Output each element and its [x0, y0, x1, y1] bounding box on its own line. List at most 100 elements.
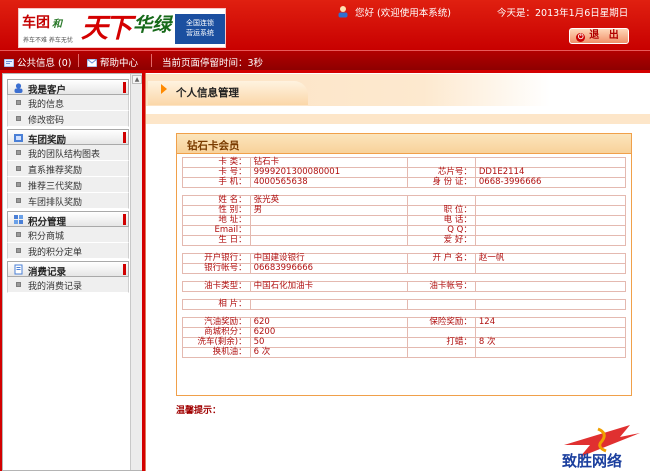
table-spacer-row [183, 292, 626, 300]
field-label [407, 347, 476, 358]
group-marker [123, 264, 126, 275]
field-value: 06683996666 [249, 263, 409, 274]
help-link[interactable]: 帮助中心 [87, 55, 138, 69]
field-label [408, 188, 476, 196]
sidebar-item-label: 我的信息 [28, 100, 65, 110]
table-row: 商城积分： 6200 [182, 327, 627, 338]
field-label: 相 片： [182, 299, 251, 310]
logo-big-text: 天下 [81, 13, 132, 44]
sidebar-group-2[interactable]: 积分管理 [7, 211, 129, 228]
field-value [474, 327, 627, 338]
field-value [475, 292, 625, 300]
field-value [474, 281, 627, 292]
member-info-table: 卡 类： 钻石卡卡 号： 9999201300080001 芯片号： DD1E2114 手… [182, 157, 627, 358]
sidebar-item-label: 我的消费记录 [28, 282, 83, 292]
field-label: 商城积分： [182, 327, 251, 338]
table-row: 开户银行： 中国建设银行开 户 名： 赵一帆 [182, 253, 627, 264]
award-icon [14, 134, 23, 142]
field-value [475, 188, 625, 196]
sidebar-group-0[interactable]: 我是客户 [7, 79, 129, 96]
table-row: 汽油奖励： 620 保险奖励： 124 [182, 317, 627, 328]
sidebar-item-label: 车团排队奖励 [28, 198, 83, 208]
power-icon: ⏻ [576, 33, 586, 42]
field-label: 地 址： [182, 215, 251, 226]
sidebar-item[interactable]: 车团排队奖励 [7, 193, 129, 209]
field-value [474, 195, 627, 206]
sidebar-item[interactable]: 直系推荐奖励 [7, 161, 129, 177]
field-value [474, 299, 627, 310]
field-label: Email： [182, 225, 251, 236]
group-marker [123, 214, 126, 225]
field-label: 生 日： [182, 235, 251, 246]
bullet-icon [16, 198, 21, 203]
field-label [407, 195, 476, 206]
bullet-icon [16, 150, 21, 155]
field-value: 4000565638 [249, 177, 409, 188]
app-window: 车团和 天下 华绿 养车不难 养车无忧 全国连锁 营运系统 您好 (欢迎使用本系统… [0, 0, 650, 471]
bullet-icon [16, 116, 21, 121]
mail-icon [87, 59, 97, 67]
sidebar-menu: 我是客户我的信息 修改密码车团奖励我的团队结构图表 直系推荐奖励 推荐三代奖励车团排队… [7, 77, 129, 293]
field-value [249, 215, 409, 226]
field-label: 手 机： [182, 177, 251, 188]
sidebar-scrollbar[interactable]: ▲ [130, 74, 142, 470]
field-label: 姓 名： [182, 195, 251, 206]
field-value: 6 次 [249, 347, 409, 358]
field-value: 6200 [249, 327, 409, 338]
watermark-logo: 致胜网络 [562, 425, 640, 469]
header: 车团和 天下 华绿 养车不难 养车无忧 全国连锁 营运系统 您好 (欢迎使用本系统… [0, 0, 650, 50]
field-value: 620 [249, 317, 409, 328]
table-row: 性 别：男职 位： [182, 205, 627, 216]
field-label: 开户银行： [182, 253, 251, 264]
bullet-icon [16, 182, 21, 187]
field-label: 油卡帐号： [407, 281, 476, 292]
field-value [250, 310, 408, 318]
sidebar-item[interactable]: 推荐三代奖励 [7, 177, 129, 193]
sidebar-group-3[interactable]: 消费记录 [7, 261, 129, 278]
field-value: 124 [474, 317, 627, 328]
welcome-text: 您好 (欢迎使用本系统) [355, 8, 451, 19]
table-spacer-row [183, 310, 626, 318]
watermark-text: 致胜网络 [562, 452, 622, 469]
bullet-icon [16, 282, 21, 287]
table-row: 油卡类型： 中国石化加油卡 油卡帐号： [182, 281, 627, 292]
field-value: 张光英 [249, 195, 409, 206]
field-label [407, 263, 476, 274]
table-row: Email： Q Q： [182, 225, 627, 236]
logout-button[interactable]: ⏻ 退 出 [569, 28, 629, 44]
field-label: 卡 号： [182, 167, 251, 178]
bullet-icon [16, 100, 21, 105]
sidebar-item[interactable]: 修改密码 [7, 111, 129, 127]
sidebar-item[interactable]: 我的消费记录 [7, 277, 129, 293]
field-value [250, 292, 408, 300]
sidebar-group-1[interactable]: 车团奖励 [7, 129, 129, 146]
table-row: 相 片： [182, 299, 627, 310]
sidebar-item-label: 我的积分定单 [28, 248, 83, 258]
sidebar-item[interactable]: 我的积分定单 [7, 243, 129, 259]
sidebar-item[interactable]: 我的团队结构图表 [7, 145, 129, 161]
logo-system-badge: 全国连锁 营运系统 [175, 14, 225, 44]
sidebar-item-label: 积分商城 [28, 232, 65, 242]
group-marker [123, 82, 126, 93]
field-label: 洗车(剩余)： [182, 337, 251, 348]
notice-link[interactable]: 公共信息 (0) [4, 55, 71, 69]
separator [78, 54, 79, 67]
field-label: 银行帐号： [182, 263, 251, 274]
member-info-card: 钻石卡会员 卡 类： 钻石卡卡 号： 9999201300080001 芯片号： DD1… [176, 133, 632, 396]
sidebar-group-label: 消费记录 [28, 267, 67, 278]
table-spacer-row [183, 246, 626, 254]
scroll-up-icon[interactable]: ▲ [132, 75, 142, 84]
arrow-icon [161, 84, 167, 94]
field-value: 钻石卡 [249, 157, 409, 168]
sidebar-group-label: 车团奖励 [28, 135, 67, 146]
logo-slogan: 养车不难 养车无忧 [23, 37, 73, 44]
sidebar-item-label: 直系推荐奖励 [28, 166, 83, 176]
field-label: 油卡类型： [182, 281, 251, 292]
sidebar-item[interactable]: 积分商城 [7, 227, 129, 243]
table-spacer-row [183, 188, 626, 196]
sidebar-item-label: 我的团队结构图表 [28, 150, 101, 160]
user-icon [338, 6, 348, 18]
sidebar-item[interactable]: 我的信息 [7, 95, 129, 111]
field-label: Q Q： [407, 225, 476, 236]
tip-label: 温馨提示： [176, 406, 222, 416]
